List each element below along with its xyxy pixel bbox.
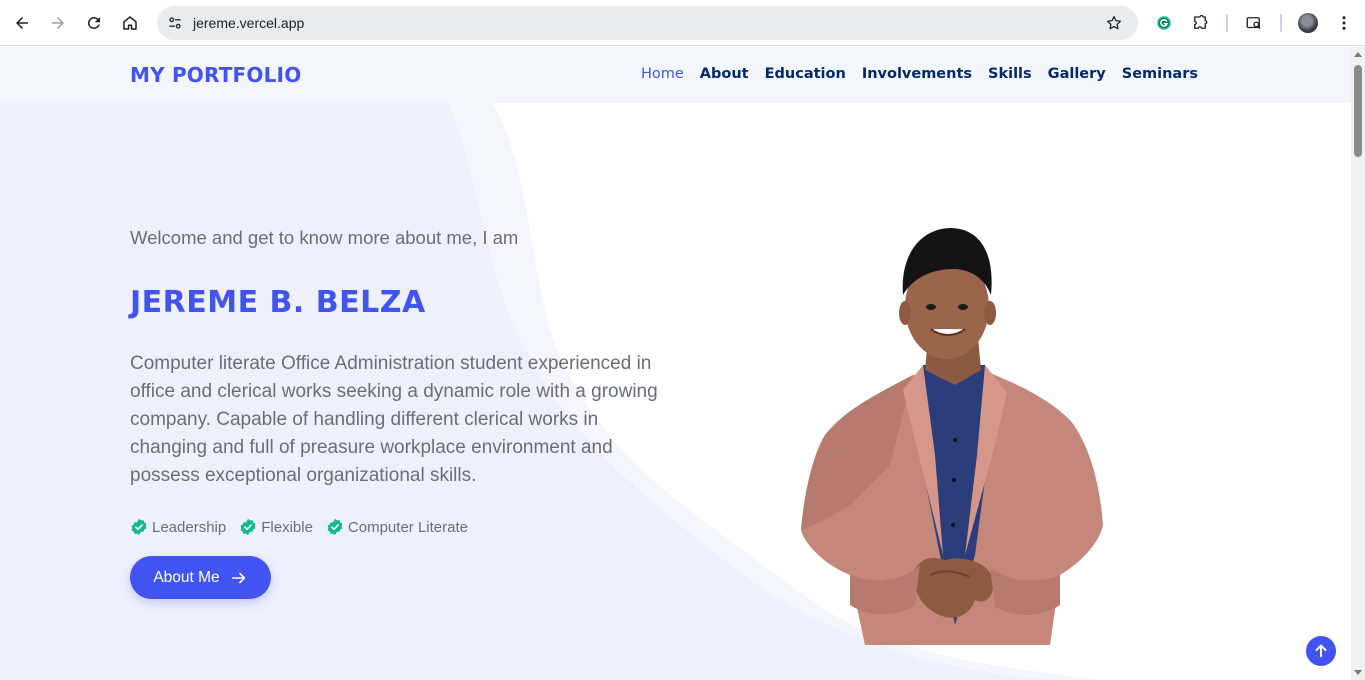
- reload-icon[interactable]: [82, 11, 106, 35]
- profile-avatar[interactable]: [1298, 13, 1318, 33]
- scroll-up-arrow-icon[interactable]: [1354, 52, 1362, 57]
- site-brand[interactable]: MY PORTFOLIO: [130, 63, 301, 87]
- forward-icon[interactable]: [46, 11, 70, 35]
- menu-icon[interactable]: [1332, 11, 1356, 35]
- toolbar-separator: [1226, 14, 1228, 32]
- url-text[interactable]: jereme.vercel.app: [193, 15, 304, 31]
- toolbar-separator: [1280, 14, 1282, 32]
- scroll-down-arrow-icon[interactable]: [1354, 670, 1362, 675]
- hero-name: JEREME B. BELZA: [130, 285, 426, 320]
- page-viewport: MY PORTFOLIO Home About Education Involv…: [0, 47, 1351, 680]
- address-bar[interactable]: jereme.vercel.app: [157, 6, 1138, 40]
- browser-toolbar: jereme.vercel.app: [0, 0, 1365, 46]
- nav-skills[interactable]: Skills: [988, 66, 1032, 82]
- nav-involvements[interactable]: Involvements: [862, 66, 972, 82]
- tag-leadership: Leadership: [130, 518, 226, 536]
- tag-label: Computer Literate: [347, 518, 468, 536]
- grammarly-icon[interactable]: [1152, 11, 1176, 35]
- arrow-up-icon: [1315, 644, 1327, 658]
- page-scrollbar[interactable]: [1351, 47, 1365, 680]
- tab-search-icon[interactable]: [1242, 11, 1266, 35]
- back-icon[interactable]: [10, 11, 34, 35]
- hero-welcome-text: Welcome and get to know more about me, I…: [130, 227, 519, 248]
- bookmark-star-icon[interactable]: [1104, 13, 1124, 33]
- nav-seminars[interactable]: Seminars: [1122, 66, 1198, 82]
- hero-summary: Computer literate Office Administration …: [130, 353, 658, 486]
- nav-about[interactable]: About: [700, 66, 749, 82]
- scroll-to-top-button[interactable]: [1306, 636, 1336, 666]
- check-badge-icon: [240, 518, 256, 536]
- check-badge-icon: [131, 518, 147, 536]
- extensions-icon[interactable]: [1188, 11, 1212, 35]
- hero-tags: Leadership Flexible Computer Literate: [130, 518, 468, 536]
- about-me-button[interactable]: About Me: [130, 556, 271, 599]
- arrow-right-icon: [231, 572, 245, 583]
- site-settings-icon[interactable]: [165, 13, 185, 33]
- check-badge-icon: [327, 518, 343, 536]
- tag-computer-literate: Computer Literate: [326, 518, 468, 536]
- nav-education[interactable]: Education: [765, 66, 846, 82]
- nav-menu: Home About Education Involvements Skills…: [641, 66, 1198, 82]
- nav-gallery[interactable]: Gallery: [1048, 66, 1106, 82]
- tag-flexible: Flexible: [239, 518, 313, 536]
- scrollbar-thumb[interactable]: [1354, 65, 1362, 157]
- site-navbar: MY PORTFOLIO Home About Education Involv…: [0, 47, 1351, 103]
- tag-label: Flexible: [261, 518, 313, 536]
- nav-home[interactable]: Home: [641, 66, 684, 82]
- profile-portrait: [801, 228, 1103, 645]
- home-icon[interactable]: [118, 11, 142, 35]
- about-me-label: About Me: [153, 568, 220, 586]
- tag-label: Leadership: [152, 518, 227, 536]
